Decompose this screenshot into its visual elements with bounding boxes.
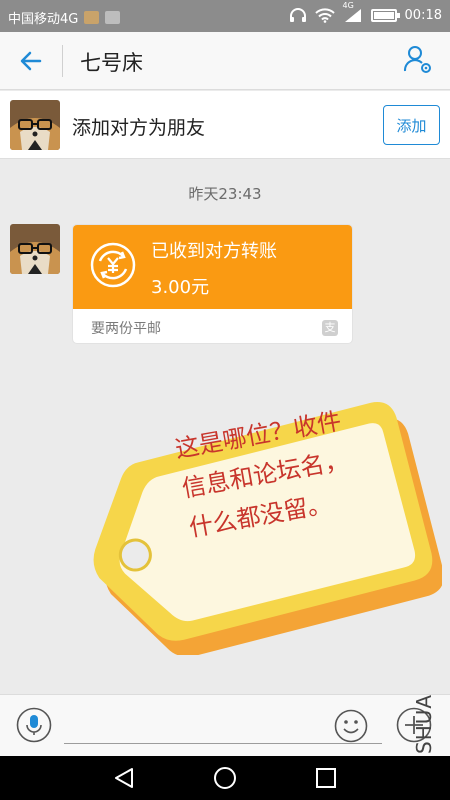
message-timestamp: 昨天23:43 bbox=[188, 185, 262, 203]
microphone-icon[interactable] bbox=[16, 707, 52, 743]
profile-settings-icon[interactable] bbox=[402, 44, 434, 76]
message-input-bar bbox=[0, 694, 450, 756]
message-input-field[interactable] bbox=[64, 743, 382, 744]
emoji-icon[interactable] bbox=[334, 709, 368, 743]
transfer-amount: 3.00元 bbox=[151, 277, 210, 298]
transfer-received-icon bbox=[90, 242, 136, 288]
contact-avatar[interactable] bbox=[10, 100, 60, 150]
add-friend-button[interactable]: 添加 bbox=[383, 105, 440, 145]
transfer-note: 要两份平邮 bbox=[91, 321, 161, 337]
system-navigation-bar bbox=[0, 756, 450, 800]
sender-avatar[interactable] bbox=[10, 224, 60, 274]
carrier-label: 中国移动4G bbox=[8, 12, 79, 27]
transfer-footer: 要两份平邮 支 bbox=[73, 309, 352, 343]
status-bar: 中国移动4G 4G 00:18 bbox=[0, 0, 450, 32]
chat-header: 七号床 bbox=[0, 32, 450, 90]
back-arrow-icon[interactable] bbox=[16, 46, 46, 76]
notification-app-icon bbox=[84, 11, 100, 24]
title-divider bbox=[62, 45, 63, 77]
headphones-icon bbox=[289, 8, 306, 22]
nav-back-icon[interactable] bbox=[112, 767, 136, 789]
nav-home-icon[interactable] bbox=[213, 766, 237, 790]
clock: 00:18 bbox=[404, 7, 442, 23]
transfer-message-card[interactable]: 已收到对方转账 3.00元 要两份平邮 支 bbox=[72, 224, 353, 344]
add-friend-bar: 添加对方为朋友 添加 bbox=[0, 91, 450, 159]
nav-recent-apps-icon[interactable] bbox=[315, 767, 337, 789]
transfer-status: 已收到对方转账 bbox=[151, 241, 277, 262]
signal-icon: 4G bbox=[343, 1, 363, 23]
battery-icon bbox=[370, 8, 400, 22]
transfer-header: 已收到对方转账 3.00元 bbox=[73, 225, 352, 309]
wifi-icon bbox=[314, 7, 335, 23]
alipay-icon: 支 bbox=[322, 320, 338, 336]
watermark-text: SHUA bbox=[412, 693, 436, 754]
chat-title: 七号床 bbox=[80, 51, 143, 75]
add-friend-prompt: 添加对方为朋友 bbox=[72, 117, 206, 139]
notification-app-icon bbox=[105, 11, 121, 24]
